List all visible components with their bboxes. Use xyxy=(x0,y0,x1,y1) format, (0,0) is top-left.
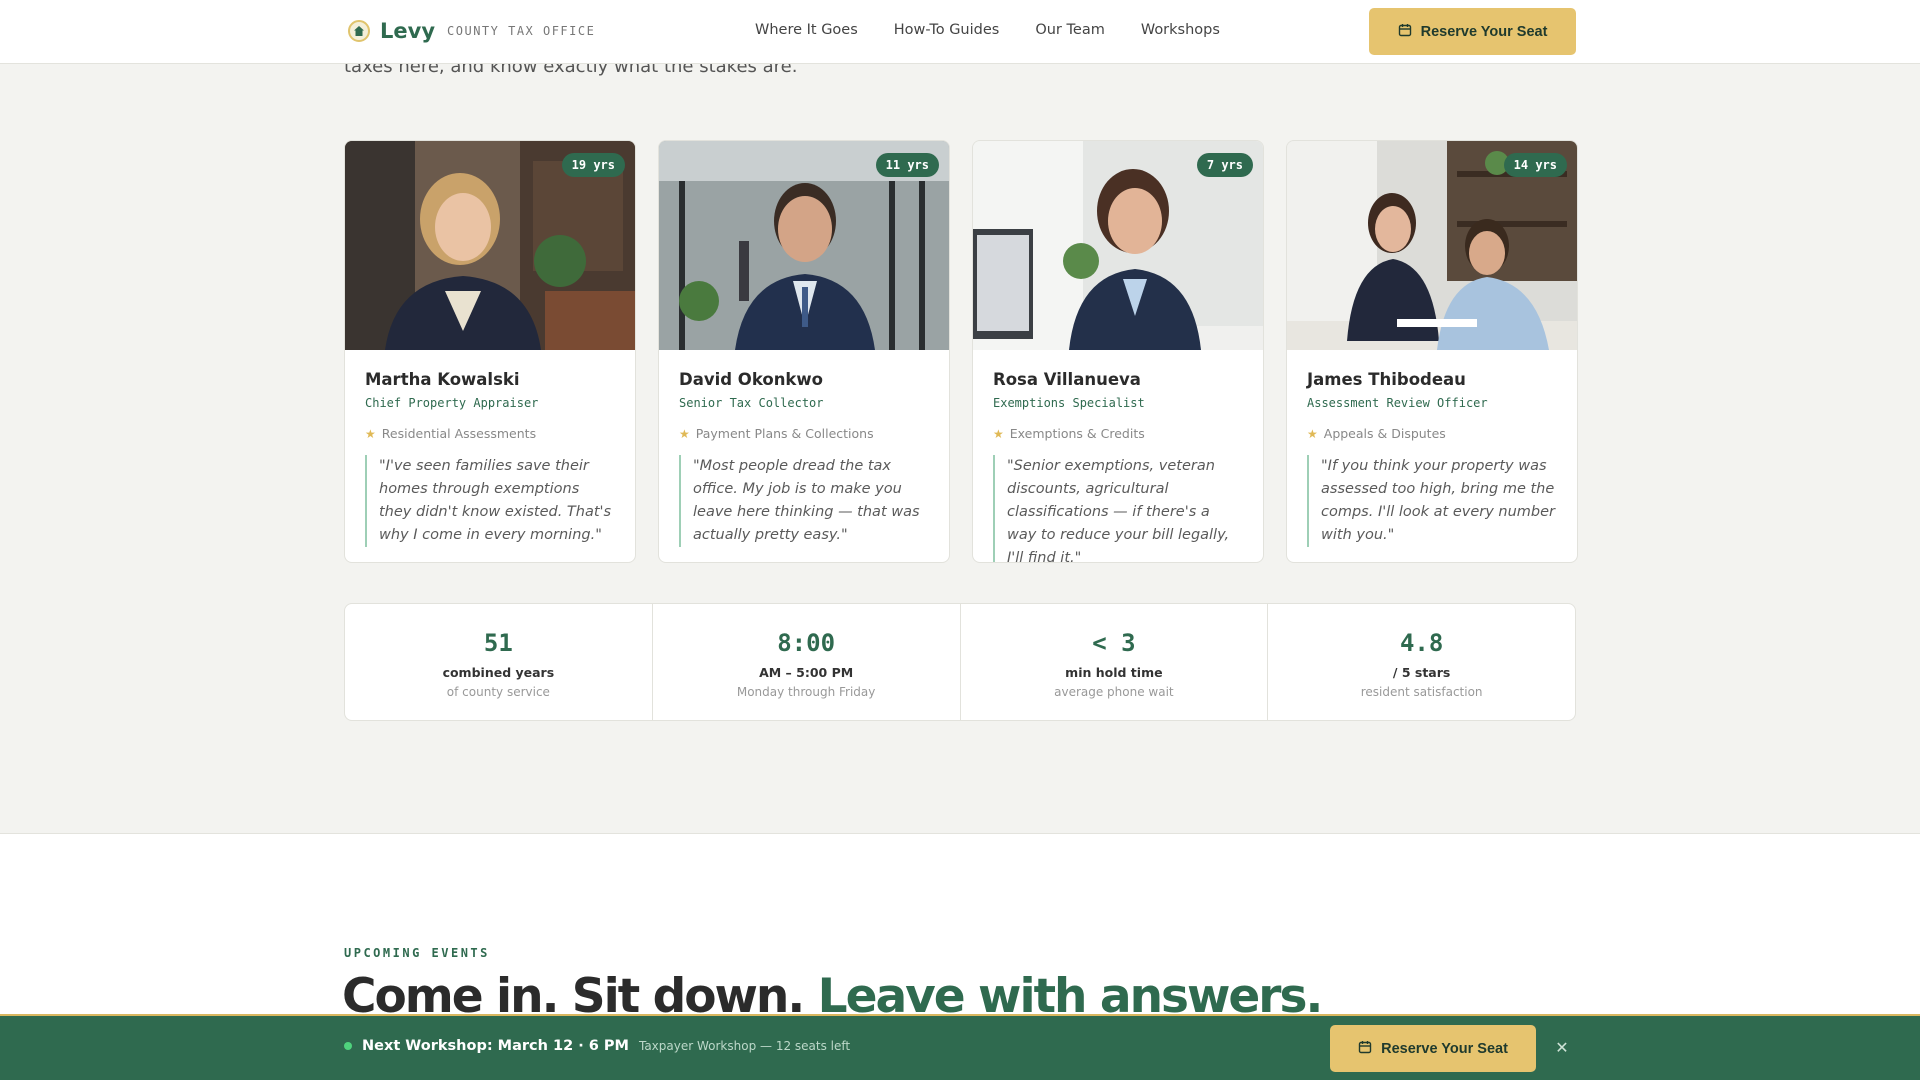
live-dot-icon xyxy=(344,1042,352,1050)
member-name: Rosa Villanueva xyxy=(993,370,1141,389)
calendar-icon xyxy=(1398,23,1412,41)
stat-satisfaction: 4.8 / 5 stars resident satisfaction xyxy=(1268,604,1575,720)
stat-value: 51 xyxy=(483,629,513,657)
nav-workshops[interactable]: Workshops xyxy=(1141,22,1220,38)
member-role: Chief Property Appraiser xyxy=(365,396,539,410)
team-photo: 19 yrs xyxy=(345,141,635,350)
stat-sub: Monday through Friday xyxy=(736,685,876,699)
years-badge: 14 yrs xyxy=(1503,153,1567,177)
team-photo: 11 yrs xyxy=(659,141,949,350)
stat-value: 4.8 xyxy=(1399,629,1444,657)
stat-combined-years: 51 combined years of county service xyxy=(345,604,653,720)
stats-bar: 51 combined years of county service 8:00… xyxy=(344,603,1576,721)
calendar-icon xyxy=(1358,1040,1372,1058)
member-role: Senior Tax Collector xyxy=(679,396,824,410)
main-nav: Where It Goes How-To Guides Our Team Wor… xyxy=(755,22,1220,38)
workshop-bar: Next Workshop: March 12 · 6 PM Taxpayer … xyxy=(0,1014,1920,1080)
stat-value: 8:00 xyxy=(777,629,836,657)
stat-label: combined years xyxy=(442,665,555,680)
team-card-james: 14 yrs James Thibodeau Assessment Review… xyxy=(1286,140,1578,563)
stat-value: < 3 xyxy=(1092,629,1136,657)
team-card-rosa: 7 yrs Rosa Villanueva Exemptions Special… xyxy=(972,140,1264,563)
specialty-label: Exemptions & Credits xyxy=(1009,426,1145,441)
nav-our-team[interactable]: Our Team xyxy=(1035,22,1105,38)
events-section: UPCOMING EVENTS Come in. Sit down. Leave… xyxy=(0,834,1920,1024)
team-photo: 14 yrs xyxy=(1287,141,1577,350)
team-cards: 19 yrs Martha Kowalski Chief Property Ap… xyxy=(344,140,1578,563)
house-icon xyxy=(348,20,370,42)
member-name: Martha Kowalski xyxy=(365,370,520,389)
star-icon: ★ xyxy=(1307,426,1318,441)
specialty-label: Residential Assessments xyxy=(381,426,537,441)
star-icon: ★ xyxy=(365,426,376,441)
bar-reserve-seat-button[interactable]: Reserve Your Seat xyxy=(1330,1025,1536,1072)
stat-hold-time: < 3 min hold time average phone wait xyxy=(961,604,1269,720)
brand-subtitle: COUNTY TAX OFFICE xyxy=(447,24,596,38)
member-quote: "I've seen families save their homes thr… xyxy=(365,455,615,547)
events-eyebrow: UPCOMING EVENTS xyxy=(344,946,490,960)
years-badge: 11 yrs xyxy=(875,153,939,177)
nav-where-it-goes[interactable]: Where It Goes xyxy=(755,22,858,38)
member-name: James Thibodeau xyxy=(1307,370,1466,389)
workshop-title: Next Workshop: March 12 · 6 PM xyxy=(362,1038,629,1054)
team-photo: 7 yrs xyxy=(973,141,1263,350)
member-specialty: ★ Payment Plans & Collections xyxy=(679,426,929,441)
stat-sub: average phone wait xyxy=(1054,685,1174,699)
workshop-info: Next Workshop: March 12 · 6 PM Taxpayer … xyxy=(344,1038,850,1054)
member-role: Exemptions Specialist xyxy=(993,396,1145,410)
site-header: Levy COUNTY TAX OFFICE Where It Goes How… xyxy=(0,0,1920,64)
specialty-label: Payment Plans & Collections xyxy=(695,426,874,441)
workshop-sub: Taxpayer Workshop — 12 seats left xyxy=(638,1039,851,1053)
brand[interactable]: Levy COUNTY TAX OFFICE xyxy=(348,19,595,43)
stat-label: / 5 stars xyxy=(1392,665,1451,680)
team-card-martha: 19 yrs Martha Kowalski Chief Property Ap… xyxy=(344,140,636,563)
years-badge: 19 yrs xyxy=(561,153,625,177)
close-icon[interactable]: ✕ xyxy=(1552,1038,1572,1058)
member-quote: "Senior exemptions, veteran discounts, a… xyxy=(993,455,1243,562)
member-specialty: ★ Residential Assessments xyxy=(365,426,615,441)
member-specialty: ★ Appeals & Disputes xyxy=(1307,426,1557,441)
team-card-david: 11 yrs David Okonkwo Senior Tax Collecto… xyxy=(658,140,950,563)
stat-label: min hold time xyxy=(1065,665,1163,680)
years-badge: 7 yrs xyxy=(1196,153,1253,177)
member-role: Assessment Review Officer xyxy=(1307,396,1488,410)
nav-how-to-guides[interactable]: How-To Guides xyxy=(894,22,1000,38)
member-name: David Okonkwo xyxy=(679,370,823,389)
star-icon: ★ xyxy=(679,426,690,441)
stat-sub: of county service xyxy=(446,685,550,699)
bar-reserve-seat-label: Reserve Your Seat xyxy=(1381,1040,1508,1057)
member-specialty: ★ Exemptions & Credits xyxy=(993,426,1243,441)
stat-office-hours: 8:00 AM – 5:00 PM Monday through Friday xyxy=(653,604,961,720)
stat-sub: resident satisfaction xyxy=(1360,685,1483,699)
stat-label: AM – 5:00 PM xyxy=(759,665,854,680)
member-quote: "Most people dread the tax office. My jo… xyxy=(679,455,929,547)
star-icon: ★ xyxy=(993,426,1004,441)
member-quote: "If you think your property was assessed… xyxy=(1307,455,1557,547)
reserve-seat-button[interactable]: Reserve Your Seat xyxy=(1369,8,1576,55)
brand-name: Levy xyxy=(380,19,436,43)
reserve-seat-label: Reserve Your Seat xyxy=(1420,23,1548,40)
specialty-label: Appeals & Disputes xyxy=(1323,426,1446,441)
